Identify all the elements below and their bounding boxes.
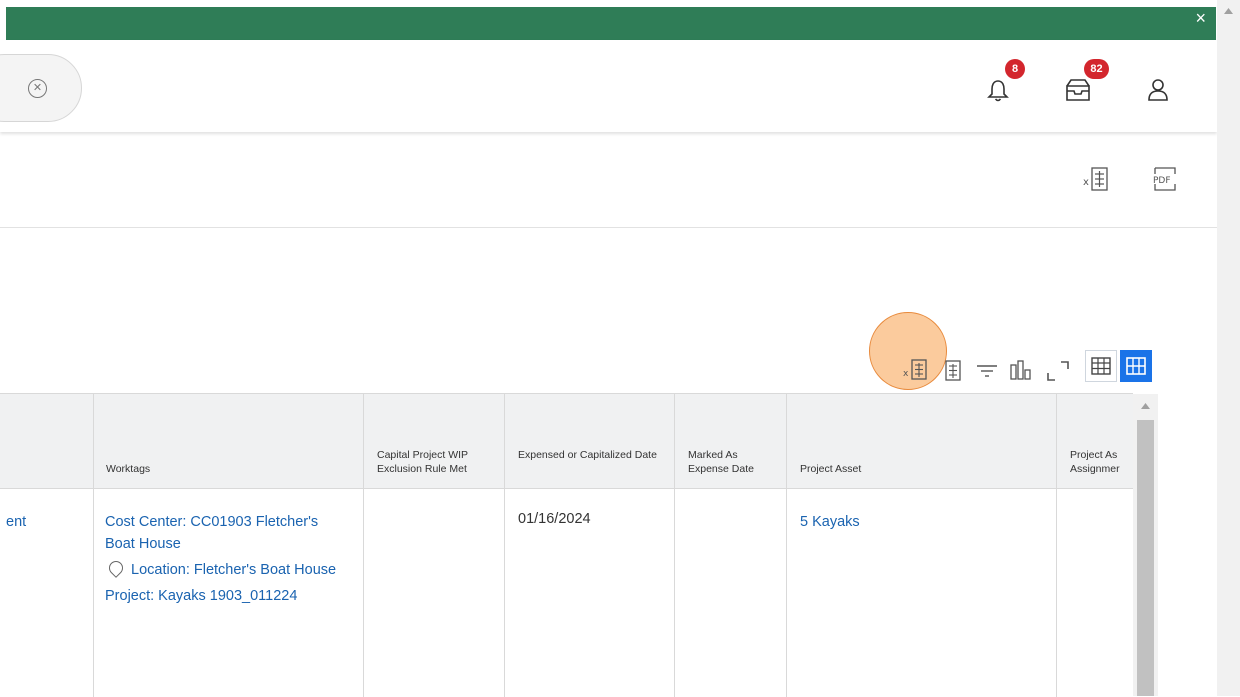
filter-icon bbox=[977, 365, 997, 377]
expensed-date-cell: 01/16/2024 bbox=[518, 511, 591, 527]
grid-scrollbar[interactable] bbox=[1133, 394, 1158, 696]
grid-column bbox=[0, 394, 94, 697]
expand-icon bbox=[1047, 361, 1069, 381]
table-export-icon bbox=[945, 360, 961, 381]
worktag-project[interactable]: Project: Kayaks 1903_011224 bbox=[105, 585, 350, 607]
row-first-column-link[interactable]: ent bbox=[6, 511, 26, 533]
user-icon bbox=[1148, 79, 1168, 101]
fullscreen-button[interactable] bbox=[1046, 360, 1070, 387]
search-input[interactable]: ✕ bbox=[0, 54, 82, 122]
column-header-expensed-date[interactable]: Expensed or Capitalized Date bbox=[518, 448, 668, 689]
inbox-button[interactable] bbox=[1064, 78, 1090, 104]
column-header-capital-wip[interactable]: Capital Project WIP Exclusion Rule Met bbox=[377, 448, 497, 689]
svg-text:x: x bbox=[1083, 177, 1089, 188]
grid-export-excel-button[interactable]: x bbox=[903, 358, 929, 387]
notifications-button[interactable] bbox=[985, 78, 1011, 104]
column-header-project-asset[interactable]: Project Asset bbox=[800, 462, 861, 689]
svg-text:x: x bbox=[903, 369, 909, 379]
notifications-badge: 8 bbox=[1005, 59, 1025, 79]
column-header-assignment[interactable]: Project As Assignmer bbox=[1070, 448, 1125, 689]
divider bbox=[0, 227, 1217, 228]
pdf-icon: PDF bbox=[1153, 167, 1176, 191]
table-icon bbox=[1091, 357, 1111, 375]
profile-button[interactable] bbox=[1147, 78, 1173, 104]
export-pdf-button[interactable]: PDF bbox=[1151, 165, 1179, 198]
inbox-icon bbox=[1066, 79, 1090, 101]
excel-icon: x bbox=[903, 359, 927, 380]
location-pin-icon bbox=[106, 558, 126, 578]
scroll-up-arrow-icon[interactable] bbox=[1133, 394, 1158, 416]
close-icon[interactable]: × bbox=[1195, 8, 1206, 28]
bell-icon bbox=[987, 80, 1009, 102]
grid-view-button[interactable] bbox=[1120, 350, 1152, 382]
worktag-location[interactable]: Location: Fletcher's Boat House bbox=[105, 558, 350, 581]
page-scroll-up-icon[interactable] bbox=[1217, 0, 1240, 22]
column-header-marked-expense[interactable]: Marked As Expense Date bbox=[688, 448, 780, 689]
top-banner: × bbox=[6, 7, 1216, 40]
table-view-button[interactable] bbox=[1085, 350, 1117, 382]
worktags-cell: Cost Center: CC01903 Fletcher's Boat Hou… bbox=[105, 511, 350, 607]
clear-search-icon[interactable]: ✕ bbox=[28, 79, 47, 98]
grid-export-pdf-button[interactable] bbox=[943, 359, 963, 388]
project-asset-link[interactable]: 5 Kayaks bbox=[800, 511, 860, 533]
excel-icon: x bbox=[1083, 167, 1108, 191]
inbox-badge: 82 bbox=[1084, 59, 1109, 79]
bar-chart-icon bbox=[1010, 360, 1031, 380]
header-bar: ✕ 8 82 bbox=[0, 40, 1217, 132]
grid-icon bbox=[1126, 357, 1146, 375]
pdf-label: PDF bbox=[1153, 176, 1171, 186]
chart-view-button[interactable] bbox=[1008, 359, 1034, 386]
filter-button[interactable] bbox=[975, 361, 999, 386]
worktag-cost-center[interactable]: Cost Center: CC01903 Fletcher's Boat Hou… bbox=[105, 511, 350, 555]
data-grid: Worktags Capital Project WIP Exclusion R… bbox=[0, 393, 1133, 697]
page-scrollbar[interactable] bbox=[1217, 0, 1240, 696]
grid-scrollbar-thumb[interactable] bbox=[1137, 420, 1154, 696]
export-excel-button[interactable]: x bbox=[1082, 165, 1110, 198]
